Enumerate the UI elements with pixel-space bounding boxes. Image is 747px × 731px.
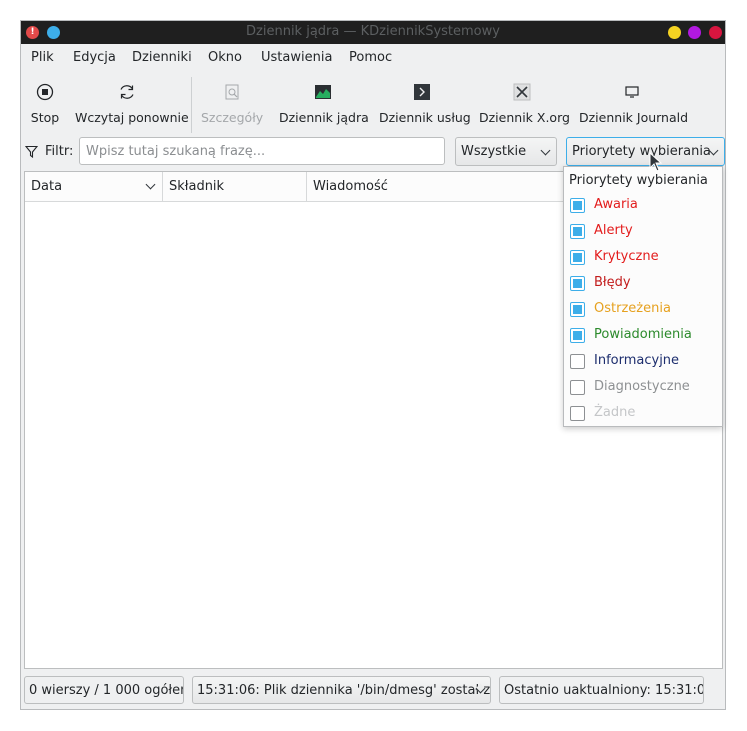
stop-button[interactable]: Stop [27,73,63,135]
priority-checkbox[interactable] [570,406,585,421]
priority-label: Diagnostyczne [594,379,690,394]
priority-label: Informacyjne [594,353,680,368]
status-message: 15:31:06: Plik dziennika '/bin/dmesg' zo… [197,683,491,698]
minimize-button[interactable] [668,26,681,39]
kernel-log-button[interactable]: Dziennik jądra [279,73,369,135]
journald-log-label: Dziennik Journald [579,110,689,125]
terminal-icon [414,84,430,100]
priority-checkbox[interactable] [570,250,585,265]
column-component-label: Składnik [169,179,225,194]
status-bar: 0 wierszy / 1 000 ogółem 15:31:06: Plik … [21,676,725,706]
menu-dzienniki[interactable]: Dzienniki [132,50,192,65]
reload-label: Wczytaj ponownie [75,110,189,125]
services-log-label: Dziennik usług [379,110,471,125]
priority-checkbox[interactable] [570,276,585,291]
priorities-value: Priorytety wybierania [572,144,711,159]
menu-ustawienia[interactable]: Ustawienia [261,50,332,65]
priority-option[interactable]: Informacyjne [570,350,720,372]
priorities-popup: Priorytety wybierania Awaria Alerty Krytyc… [563,166,723,427]
chevron-down-icon [540,145,551,156]
priority-label: Żadne [594,405,636,420]
column-component[interactable]: Składnik [163,172,307,201]
maximize-button[interactable] [688,26,701,39]
scope-value: Wszystkie [461,144,527,159]
last-updated: Ostatnio uaktualniony: 15:31:06. [499,676,704,704]
monitor-icon [625,86,639,98]
stop-label: Stop [30,110,60,125]
details-button[interactable]: Szczegóły [201,73,263,135]
priority-option[interactable]: Powiadomienia [570,324,720,346]
xorg-icon [513,83,531,101]
services-log-button[interactable]: Dziennik usług [379,73,471,135]
window-title: Dziennik jądra — KDziennikSystemowy [246,24,500,39]
filter-bar: Filtr: Wpisz tutaj szukaną frazę... Wszy… [21,137,725,167]
xorg-log-label: Dziennik X.org [479,110,570,125]
priority-label: Awaria [594,197,638,212]
reload-button[interactable]: Wczytaj ponownie [75,73,189,135]
filter-input[interactable]: Wpisz tutaj szukaną frazę... [79,137,445,165]
reload-icon [120,85,134,99]
priority-option[interactable]: Krytyczne [570,246,720,268]
filter-label: Filtr: [45,144,74,159]
filter-placeholder: Wpisz tutaj szukaną frazę... [86,144,266,159]
popup-header: Priorytety wybierania [569,173,708,188]
journald-log-button[interactable]: Dziennik Journald [579,73,689,135]
priority-option[interactable]: Żadne [570,402,720,424]
rows-count: 0 wierszy / 1 000 ogółem [24,676,184,704]
priority-checkbox[interactable] [570,354,585,369]
menu-bar: Plik Edycja Dzienniki Okno Ustawienia Po… [21,44,725,71]
priorities-combo[interactable]: Priorytety wybierania [566,137,725,166]
priority-option[interactable]: Diagnostyczne [570,376,720,398]
column-message-label: Wiadomość [313,179,388,194]
details-icon [225,84,239,100]
filter-icon [25,145,38,158]
priority-checkbox[interactable] [570,302,585,317]
kernel-log-label: Dziennik jądra [279,110,369,125]
stop-icon [36,83,54,101]
kernel-log-icon [315,85,331,99]
menu-edycja[interactable]: Edycja [73,50,116,65]
toolbar-separator [191,77,192,133]
mouse-cursor-icon [649,152,663,172]
toolbar: Stop Wczytaj ponownie Szczegóły Dziennik… [21,73,725,135]
column-date[interactable]: Data [25,172,163,201]
priority-checkbox[interactable] [570,224,585,239]
details-label: Szczegóły [201,110,264,125]
priority-label: Błędy [594,275,631,290]
menu-pomoc[interactable]: Pomoc [349,50,392,65]
status-message-combo[interactable]: 15:31:06: Plik dziennika '/bin/dmesg' zo… [192,676,491,704]
priority-checkbox[interactable] [570,328,585,343]
priority-option[interactable]: Ostrzeżenia [570,298,720,320]
scope-combo[interactable]: Wszystkie [455,137,557,166]
priority-label: Powiadomienia [594,327,692,342]
priority-checkbox[interactable] [570,198,585,213]
priority-option[interactable]: Alerty [570,220,720,242]
xorg-log-button[interactable]: Dziennik X.org [479,73,570,135]
menu-okno[interactable]: Okno [208,50,242,65]
priority-label: Krytyczne [594,249,659,264]
close-button[interactable] [709,26,722,39]
priority-option[interactable]: Awaria [570,194,720,216]
priority-label: Ostrzeżenia [594,301,671,316]
priority-option[interactable]: Błędy [570,272,720,294]
sort-chevron-icon [145,179,156,190]
priority-label: Alerty [594,223,633,238]
column-date-label: Data [31,179,63,194]
priority-checkbox[interactable] [570,380,585,395]
title-bar: ! Dziennik jądra — KDziennikSystemowy [21,21,725,44]
menu-plik[interactable]: Plik [31,50,54,65]
